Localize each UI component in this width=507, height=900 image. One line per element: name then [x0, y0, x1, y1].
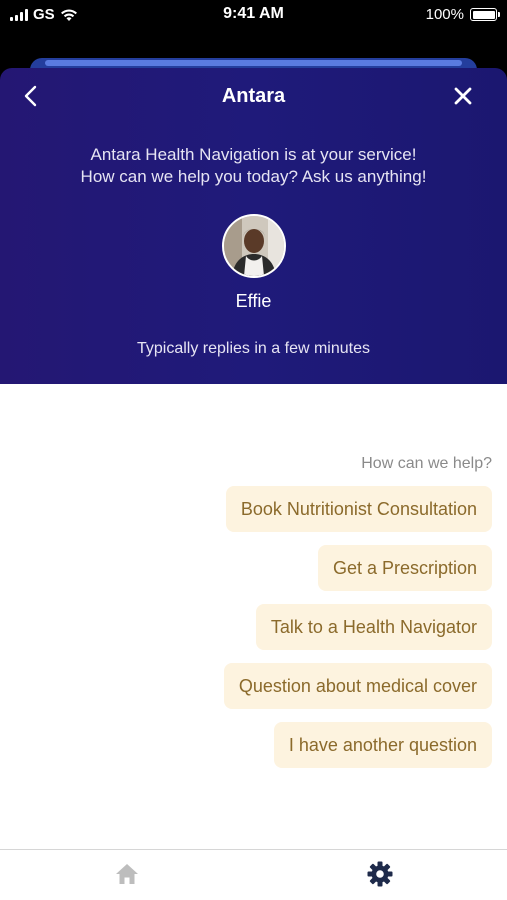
close-icon[interactable] [449, 82, 477, 110]
intro-message: Antara Health Navigation is at your serv… [0, 144, 507, 188]
help-prompt: How can we help? [361, 455, 492, 472]
option-get-prescription[interactable]: Get a Prescription [317, 545, 492, 591]
status-bar: GS 9:41 AM 100% [0, 0, 507, 30]
page-title: Antara [221, 85, 286, 107]
option-medical-cover[interactable]: Question about medical cover [223, 663, 492, 709]
intro-line-1: Antara Health Navigation is at your serv… [90, 145, 417, 164]
option-book-nutritionist[interactable]: Book Nutritionist Consultation [225, 486, 492, 532]
home-icon[interactable] [114, 861, 140, 887]
agent-name: Effie [235, 291, 272, 311]
chat-body: How can we help? Book Nutritionist Consu… [0, 384, 507, 849]
intro-line-2: How can we help you today? Ask us anythi… [80, 167, 427, 186]
tab-bar [0, 849, 507, 900]
agent-avatar [222, 214, 286, 278]
background-sheet-edge [45, 60, 462, 66]
option-talk-navigator[interactable]: Talk to a Health Navigator [255, 604, 492, 650]
chat-header: Antara Antara Health Navigation is at yo… [0, 68, 507, 384]
gear-icon[interactable] [366, 860, 394, 888]
quick-reply-options: Book Nutritionist Consultation Get a Pre… [223, 486, 492, 768]
avatar-photo [224, 216, 284, 276]
status-right: 100% [425, 6, 500, 23]
battery-icon [470, 8, 500, 21]
battery-percent: 100% [425, 6, 464, 23]
option-another-question[interactable]: I have another question [273, 722, 492, 768]
battery-fill [472, 10, 495, 19]
reply-time-text: Typically replies in a few minutes [137, 340, 370, 357]
